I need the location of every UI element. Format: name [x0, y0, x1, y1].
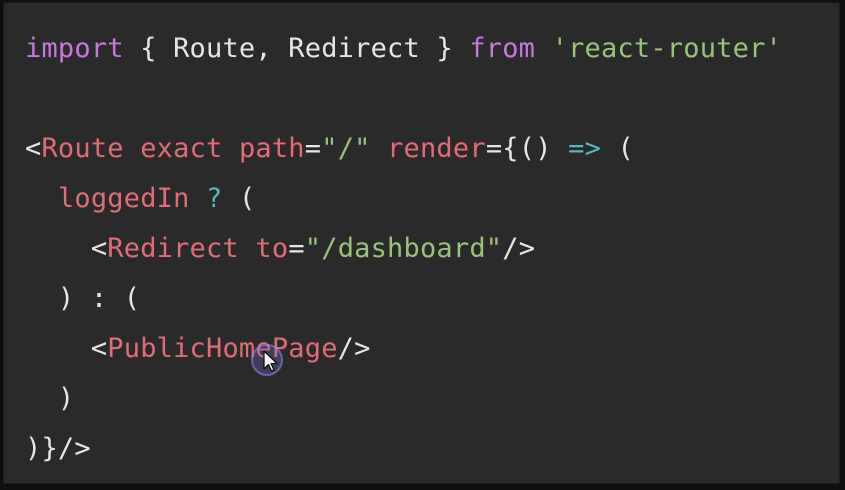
- redirect-eq: =: [288, 233, 305, 264]
- code-line-publichomepage: <PublicHomePage/>: [25, 324, 782, 374]
- route-lt: <: [25, 133, 42, 164]
- import-specifiers: { Route, Redirect }: [123, 33, 470, 64]
- video-frame: import { Route, Redirect } from 'react-r…: [0, 0, 845, 490]
- redirect-close: />: [502, 233, 536, 264]
- redirect-indent-lt: <: [25, 233, 108, 264]
- redirect-attr-to: to: [238, 233, 289, 264]
- ternary-question: ?: [189, 183, 223, 214]
- publichome-indent-lt: <: [25, 333, 108, 364]
- code-line-close-paren: ): [25, 374, 782, 424]
- code-line-route: <Route exact path="/" render={() => (: [25, 124, 782, 174]
- route-tag: Route: [41, 133, 124, 164]
- import-keyword: import: [25, 33, 124, 64]
- module-string: 'react-router': [551, 33, 782, 64]
- ternary-open-paren: (: [222, 183, 256, 214]
- route-close-text: )}/>: [25, 433, 91, 464]
- loggedin-identifier: loggedIn: [57, 183, 190, 214]
- publichome-tag: PublicHomePage: [107, 333, 338, 364]
- route-attr-exact-path: exact path: [123, 133, 305, 164]
- code-editor: import { Route, Redirect } from 'react-r…: [3, 2, 840, 484]
- code-line-redirect: <Redirect to="/dashboard"/>: [25, 224, 782, 274]
- close-paren-text: ): [25, 383, 75, 414]
- route-eq-1: =: [304, 133, 322, 164]
- route-arrow: =>: [568, 133, 602, 164]
- route-open-paren: (: [601, 133, 634, 164]
- code-line-loggedin: loggedIn ? (: [25, 174, 782, 224]
- code-line-else: ) : (: [25, 274, 782, 324]
- route-path-value: "/": [321, 133, 371, 164]
- publichome-close: />: [337, 333, 371, 364]
- else-text: ) : (: [25, 283, 141, 314]
- route-eq-2: =: [485, 133, 503, 164]
- code-line-import: import { Route, Redirect } from 'react-r…: [25, 24, 782, 74]
- code-line-route-close: )}/>: [25, 424, 782, 474]
- code-block: import { Route, Redirect } from 'react-r…: [25, 24, 782, 474]
- loggedin-indent: [25, 183, 58, 214]
- from-keyword: from: [469, 33, 536, 64]
- redirect-to-value: "/dashboard": [304, 233, 503, 264]
- mouse-pointer-icon: [251, 344, 283, 376]
- redirect-tag: Redirect: [107, 233, 239, 264]
- route-render-brace: {(): [502, 133, 569, 164]
- route-attr-render: render: [370, 133, 486, 164]
